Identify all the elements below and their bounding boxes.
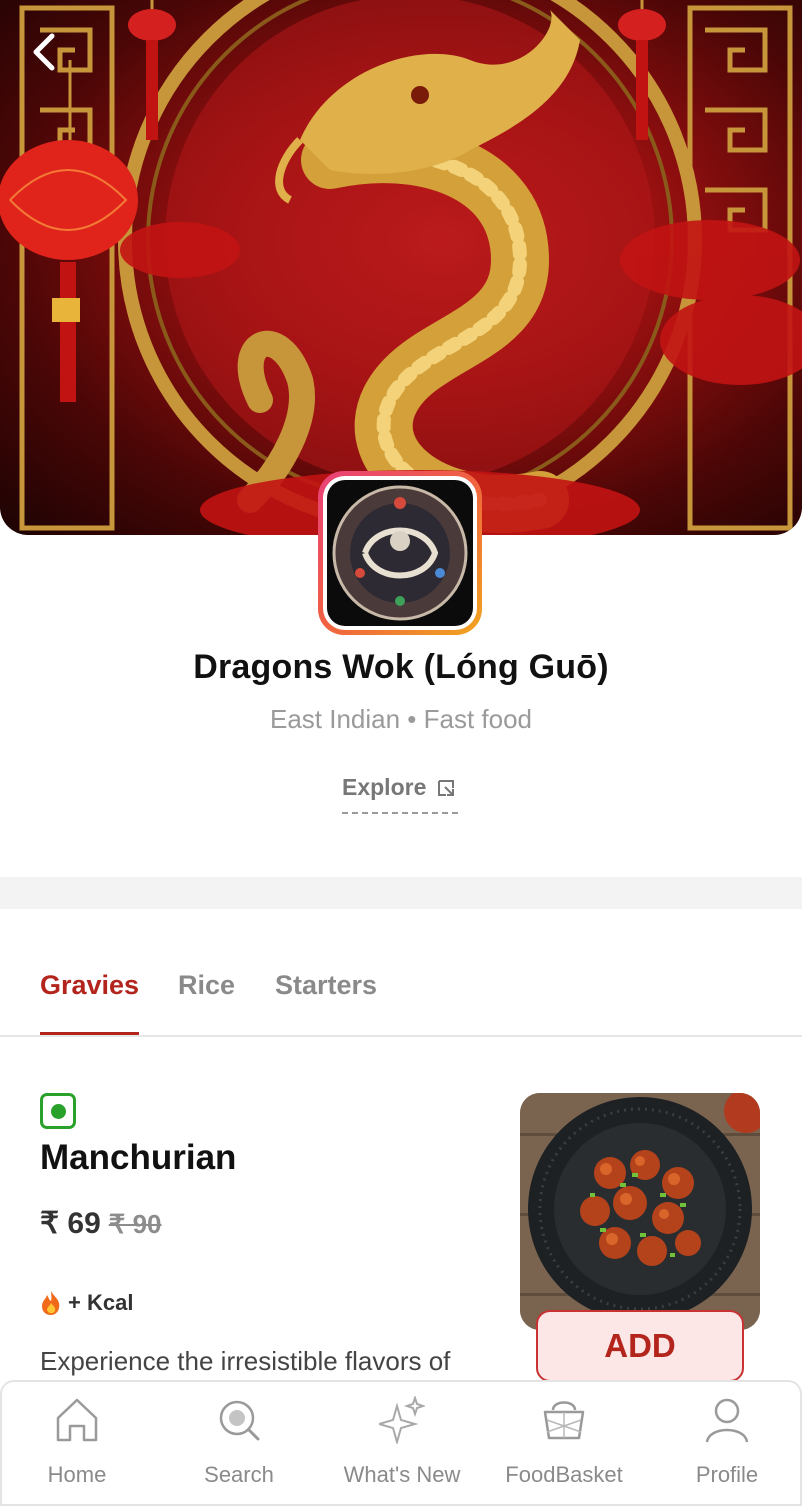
profile-icon: [705, 1398, 749, 1443]
nav-foodbasket[interactable]: FoodBasket: [489, 1396, 639, 1496]
hero-banner-image: [0, 0, 802, 535]
item-name: Manchurian: [40, 1138, 237, 1177]
sparkle-icon: [379, 1396, 425, 1444]
item-price-row: ₹ 69 ₹ 90: [40, 1206, 161, 1241]
nav-whats-new-label: What's New: [343, 1462, 461, 1487]
home-icon: [56, 1398, 98, 1442]
item-description: Experience the irresistible flavors of: [40, 1346, 451, 1376]
fire-icon: [42, 1291, 60, 1315]
nav-home[interactable]: Home: [2, 1396, 152, 1496]
search-icon: [219, 1400, 260, 1441]
nav-foodbasket-label: FoodBasket: [505, 1462, 623, 1487]
restaurant-cuisine: East Indian • Fast food: [269, 704, 533, 734]
nav-profile-label: Profile: [695, 1462, 759, 1487]
nav-home-label: Home: [47, 1462, 107, 1487]
explore-link[interactable]: Explore: [342, 772, 458, 814]
add-to-cart-button[interactable]: ADD: [536, 1310, 744, 1382]
external-link-icon: [438, 780, 455, 796]
basket-icon: [543, 1401, 585, 1440]
nav-search-label: Search: [204, 1462, 274, 1487]
nav-profile[interactable]: Profile: [652, 1396, 802, 1496]
tab-rice[interactable]: Rice: [178, 970, 235, 1035]
tab-gravies[interactable]: Gravies: [40, 970, 140, 1035]
logo-frame: [323, 476, 477, 630]
item-kcal: + Kcal: [40, 1290, 133, 1316]
item-photo: [520, 1093, 760, 1330]
restaurant-logo: [318, 471, 482, 635]
manchurian-dish-image: [520, 1093, 760, 1330]
back-button[interactable]: [30, 32, 84, 86]
dragon-artwork: [0, 0, 802, 535]
item-price: ₹ 69: [40, 1207, 101, 1240]
bottom-navigation: Home Search What's New FoodBasket Profil…: [0, 1380, 802, 1506]
veg-indicator-icon: [40, 1093, 76, 1129]
logo-image: [327, 480, 473, 626]
category-tabs: Gravies Rice Starters: [0, 958, 802, 1037]
restaurant-name: Dragons Wok (Lóng Guō): [193, 648, 609, 686]
kcal-label: + Kcal: [68, 1290, 134, 1315]
nav-search[interactable]: Search: [164, 1396, 314, 1496]
chevron-left-icon: [33, 33, 55, 71]
explore-label: Explore: [342, 774, 427, 800]
dragon-medallion-icon: [332, 485, 468, 621]
item-original-price: ₹ 90: [108, 1209, 162, 1239]
tab-starters[interactable]: Starters: [275, 970, 377, 1035]
nav-whats-new[interactable]: What's New: [327, 1396, 477, 1496]
section-divider: [0, 877, 802, 909]
